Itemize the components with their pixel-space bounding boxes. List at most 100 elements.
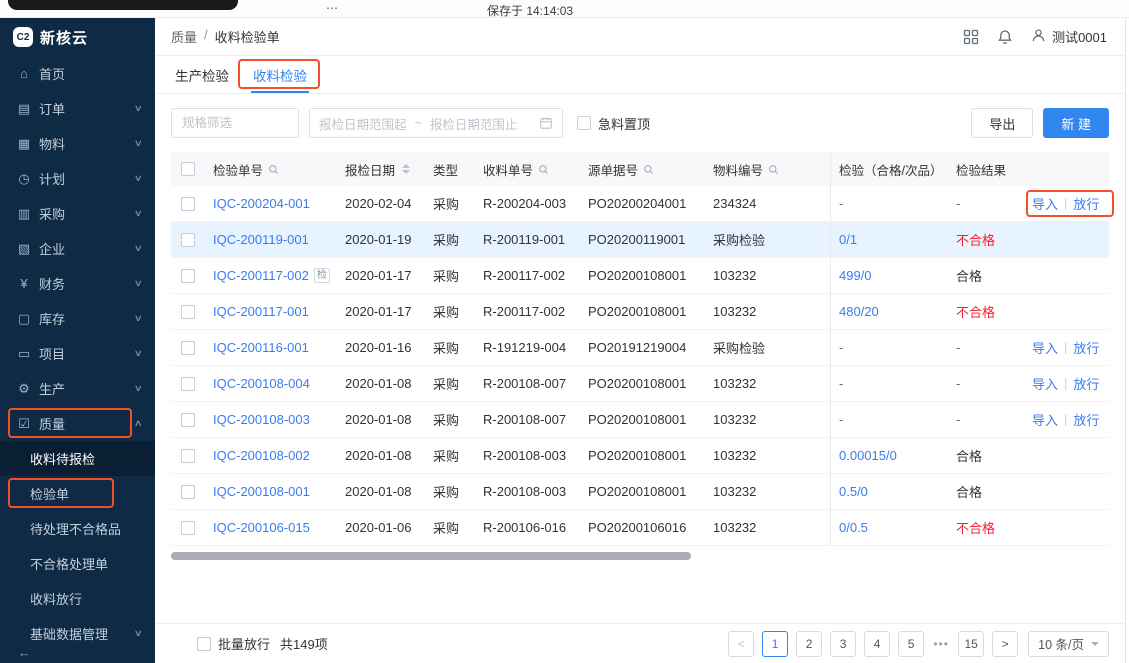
search-icon[interactable] xyxy=(643,164,654,175)
page-button-3[interactable]: 3 xyxy=(830,630,857,657)
inspection-count-link[interactable]: 0.5/0 xyxy=(839,484,868,499)
inspection-order-link[interactable]: IQC-200116-001 xyxy=(213,340,309,355)
horizontal-scrollbar-thumb[interactable] xyxy=(171,552,691,560)
sidebar-item-finance[interactable]: ¥ 财务 ∨ xyxy=(0,266,155,301)
sidebar-item-nonconforming-handling[interactable]: 不合格处理单 xyxy=(0,546,155,581)
inspection-order-link[interactable]: IQC-200119-001 xyxy=(213,232,309,247)
page-button-2[interactable]: 2 xyxy=(796,630,823,657)
row-checkbox[interactable] xyxy=(181,232,195,247)
cell-actions xyxy=(1024,222,1113,257)
search-icon[interactable] xyxy=(768,164,779,175)
cell-material-no: 103232 xyxy=(713,484,757,499)
urgent-top-checkbox[interactable] xyxy=(577,116,591,130)
page-button-5[interactable]: 5 xyxy=(898,630,925,657)
tab-receiving-inspection[interactable]: 收料检验 xyxy=(251,56,309,93)
search-icon[interactable] xyxy=(268,164,279,175)
row-checkbox[interactable] xyxy=(181,412,195,427)
inspection-order-link[interactable]: IQC-200108-003 xyxy=(213,412,310,427)
select-all-checkbox[interactable] xyxy=(181,162,195,176)
sidebar-item-enterprise[interactable]: ▧ 企业 ∨ xyxy=(0,231,155,266)
column-label: 检验单号 xyxy=(213,163,264,178)
row-checkbox[interactable] xyxy=(181,520,195,535)
row-checkbox[interactable] xyxy=(181,448,195,463)
page-button-15[interactable]: 15 xyxy=(958,630,985,657)
cell-result: - xyxy=(948,402,1024,437)
next-page-button[interactable]: > xyxy=(992,630,1019,657)
sidebar-item-plans[interactable]: ◷ 计划 ∨ xyxy=(0,161,155,196)
cell-source-no: PO20200119001 xyxy=(588,232,686,247)
collapse-sidebar-button[interactable]: ← xyxy=(0,641,155,663)
sort-icon[interactable] xyxy=(402,164,411,174)
page-button-4[interactable]: 4 xyxy=(864,630,891,657)
urgent-top-filter: 急料置顶 xyxy=(577,114,650,133)
prev-page-button[interactable]: < xyxy=(728,630,755,657)
action-import-link[interactable]: 导入 xyxy=(1032,338,1058,357)
row-checkbox[interactable] xyxy=(181,304,195,319)
sidebar-item-orders[interactable]: ▤ 订单 ∨ xyxy=(0,91,155,126)
inspection-order-link[interactable]: IQC-200108-004 xyxy=(213,376,310,391)
action-release-link[interactable]: 放行 xyxy=(1073,338,1099,357)
inspection-order-link[interactable]: IQC-200117-002 xyxy=(213,268,309,283)
cell-actions xyxy=(1024,474,1113,509)
page-button-1[interactable]: 1 xyxy=(762,630,789,657)
inspection-order-link[interactable]: IQC-200117-001 xyxy=(213,304,309,319)
search-icon[interactable] xyxy=(538,164,549,175)
inspection-order-link[interactable]: IQC-200106-015 xyxy=(213,520,310,535)
row-checkbox[interactable] xyxy=(181,376,195,391)
sidebar-item-production[interactable]: ⚙ 生产 ∨ xyxy=(0,371,155,406)
sidebar-item-label: 不合格处理单 xyxy=(30,557,109,572)
column-header[interactable]: 检验单号 xyxy=(205,152,337,186)
column-header[interactable]: 报检日期 xyxy=(337,152,425,186)
cell-inspection-count: - xyxy=(830,402,948,437)
inspection-count-link[interactable]: 0.00015/0 xyxy=(839,448,897,463)
sidebar-item-projects[interactable]: ▭ 项目 ∨ xyxy=(0,336,155,371)
sidebar-item-purchasing[interactable]: ▥ 采购 ∨ xyxy=(0,196,155,231)
row-checkbox[interactable] xyxy=(181,484,195,499)
cell-actions xyxy=(1024,438,1113,473)
inspection-order-link[interactable]: IQC-200108-002 xyxy=(213,448,310,463)
export-button[interactable]: 导出 xyxy=(971,108,1034,138)
user-menu[interactable]: 测试0001 xyxy=(1031,27,1107,46)
inspection-count-link[interactable]: 0/1 xyxy=(839,232,857,247)
sidebar-item-pending-nonconforming[interactable]: 待处理不合格品 xyxy=(0,511,155,546)
cell-inspection-no: IQC-200106-015 xyxy=(205,510,337,545)
plan-icon: ◷ xyxy=(18,170,30,186)
create-button[interactable]: 新 建 xyxy=(1043,108,1109,138)
column-header[interactable]: 物料编号 xyxy=(705,152,830,186)
sidebar-item-base-data[interactable]: 基础数据管理 ∨ xyxy=(0,616,155,641)
action-import-link[interactable]: 导入 xyxy=(1032,374,1058,393)
notification-bell-icon[interactable] xyxy=(997,29,1013,45)
sidebar-item-receiving-pending-inspection[interactable]: 收料待报检 xyxy=(0,441,155,476)
sidebar-item-materials[interactable]: ▦ 物料 ∨ xyxy=(0,126,155,161)
action-import-link[interactable]: 导入 xyxy=(1032,194,1058,213)
action-release-link[interactable]: 放行 xyxy=(1073,410,1099,429)
column-header[interactable]: 源单据号 xyxy=(580,152,705,186)
apps-grid-icon[interactable] xyxy=(963,29,979,45)
row-checkbox[interactable] xyxy=(181,268,195,283)
breadcrumb-item[interactable]: 质量 xyxy=(171,27,197,46)
inspection-order-link[interactable]: IQC-200108-001 xyxy=(213,484,310,499)
sidebar-item-label: 待处理不合格品 xyxy=(30,522,122,537)
spec-filter-input[interactable] xyxy=(171,108,299,138)
inspection-count-link[interactable]: 480/20 xyxy=(839,304,879,319)
inspection-count-link[interactable]: 499/0 xyxy=(839,268,872,283)
action-release-link[interactable]: 放行 xyxy=(1073,374,1099,393)
cell-actions xyxy=(1024,258,1113,293)
page-size-select[interactable]: 10 条/页 xyxy=(1028,630,1109,657)
sidebar-item-quality[interactable]: ☑ 质量 ∧ xyxy=(0,406,155,441)
row-checkbox[interactable] xyxy=(181,196,195,211)
inspection-count-link[interactable]: 0/0.5 xyxy=(839,520,868,535)
action-import-link[interactable]: 导入 xyxy=(1032,410,1058,429)
action-release-link[interactable]: 放行 xyxy=(1073,194,1099,213)
row-checkbox[interactable] xyxy=(181,340,195,355)
app-logo[interactable]: C2 新核云 xyxy=(0,18,155,56)
date-range-picker[interactable]: 报检日期范围起 ~ 报检日期范围止 xyxy=(309,108,563,138)
sidebar-item-inventory[interactable]: ▢ 库存 ∨ xyxy=(0,301,155,336)
tab-production-inspection[interactable]: 生产检验 xyxy=(173,56,231,93)
sidebar-item-inspection-orders[interactable]: 检验单 xyxy=(0,476,155,511)
inspection-order-link[interactable]: IQC-200204-001 xyxy=(213,196,310,211)
sidebar-item-receiving-release[interactable]: 收料放行 xyxy=(0,581,155,616)
batch-release-checkbox[interactable] xyxy=(197,636,211,651)
column-header[interactable]: 收料单号 xyxy=(475,152,580,186)
sidebar-item-home[interactable]: ⌂ 首页 xyxy=(0,56,155,91)
